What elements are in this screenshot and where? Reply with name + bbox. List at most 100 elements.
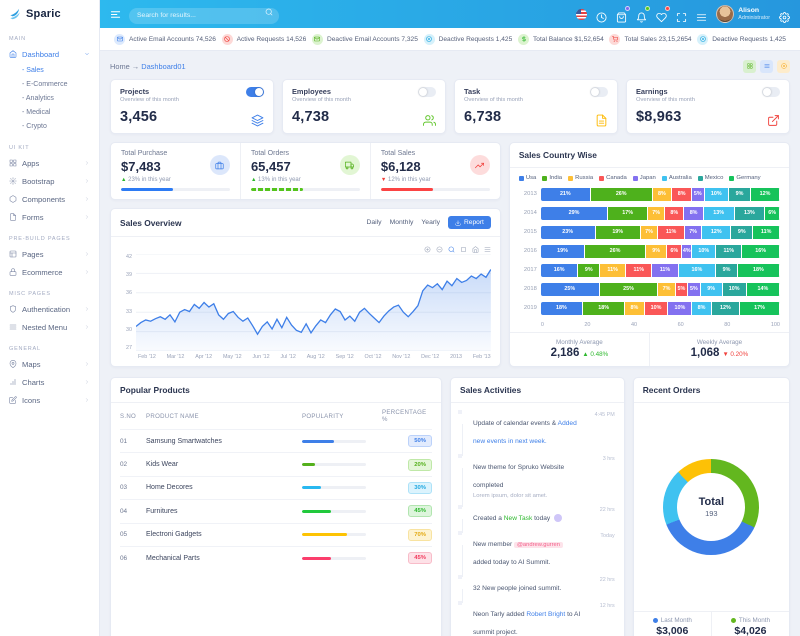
bar-segment-australia[interactable]: 9% bbox=[701, 283, 723, 296]
ticker-item[interactable]: Deactive Requests 1,425 bbox=[697, 34, 786, 45]
bar-segment-canada[interactable]: 8% bbox=[665, 207, 684, 220]
table-row[interactable]: 03 Home Decores 30% bbox=[120, 476, 432, 499]
bar-segment-mexico[interactable]: 9% bbox=[716, 264, 738, 277]
sidebar-subitem-e-commerce[interactable]: - E-Commerce bbox=[0, 77, 99, 91]
sidebar-subitem-crypto[interactable]: - Crypto bbox=[0, 119, 99, 133]
report-button[interactable]: Report bbox=[448, 216, 491, 229]
sidebar-item-components[interactable]: Components bbox=[0, 190, 99, 208]
activity-item[interactable]: Update of calendar events & Added new ev… bbox=[460, 408, 615, 452]
sidebar-item-icons[interactable]: Icons bbox=[0, 391, 99, 409]
legend-item-canada[interactable]: Canada bbox=[599, 175, 627, 181]
maximize-button[interactable] bbox=[676, 9, 687, 20]
shopping-bag-button[interactable] bbox=[616, 9, 627, 20]
toolbar-search-button[interactable] bbox=[448, 241, 455, 252]
activity-item[interactable]: Neon Tarly added Robert Bright to AI sum… bbox=[460, 599, 615, 636]
legend-item-australia[interactable]: Australia bbox=[662, 175, 692, 181]
search-icon[interactable] bbox=[265, 8, 273, 16]
activity-item[interactable]: New theme for Spruko Website completed L… bbox=[460, 452, 615, 503]
activity-item[interactable]: 32 New people joined summit. 22 hrs bbox=[460, 573, 615, 599]
bar-segment-germany[interactable]: 16% bbox=[742, 245, 780, 258]
quick-action-grid-blue-button[interactable] bbox=[760, 60, 773, 73]
bar-segment-russia[interactable]: 8% bbox=[625, 302, 644, 315]
range-daily-button[interactable]: Daily bbox=[366, 219, 381, 226]
stat-card-toggle[interactable] bbox=[246, 87, 264, 97]
bar-segment-germany[interactable]: 12% bbox=[751, 188, 780, 201]
legend-item-mexico[interactable]: Mexico bbox=[698, 175, 724, 181]
bar-segment-australia[interactable]: 16% bbox=[679, 264, 717, 277]
bar-segment-germany[interactable]: 6% bbox=[765, 207, 780, 220]
sidebar-item-authentication[interactable]: Authentication bbox=[0, 300, 99, 318]
language-flag-icon[interactable] bbox=[576, 9, 587, 20]
sidebar-item-pages[interactable]: Pages bbox=[0, 245, 99, 263]
bar-segment-canada[interactable]: 8% bbox=[672, 188, 692, 201]
ticker-item[interactable]: Deactive Requests 1,425 bbox=[424, 34, 513, 45]
bar-segment-canada[interactable]: 10% bbox=[645, 302, 669, 315]
bar-segment-australia[interactable]: 10% bbox=[692, 245, 716, 258]
menu-toggle-icon[interactable] bbox=[110, 9, 121, 20]
stat-card-toggle[interactable] bbox=[418, 87, 436, 97]
bar-segment-australia[interactable]: 12% bbox=[702, 226, 731, 239]
ticker-item[interactable]: Active Requests 14,526 bbox=[222, 34, 307, 45]
legend-item-germany[interactable]: Germany bbox=[729, 175, 760, 181]
bar-segment-mexico[interactable]: 9% bbox=[729, 188, 751, 201]
range-yearly-button[interactable]: Yearly bbox=[421, 219, 440, 226]
bar-segment-mexico[interactable]: 10% bbox=[723, 283, 747, 296]
bar-segment-india[interactable]: 26% bbox=[591, 188, 653, 201]
bar-segment-usa[interactable]: 25% bbox=[541, 283, 600, 296]
sidebar-item-maps[interactable]: Maps bbox=[0, 355, 99, 373]
search-input[interactable] bbox=[129, 8, 279, 24]
sidebar-item-ecommerce[interactable]: Ecommerce bbox=[0, 263, 99, 281]
sidebar-subitem-medical[interactable]: - Medical bbox=[0, 105, 99, 119]
activity-item[interactable]: New member @andrew.gurren added today to… bbox=[460, 529, 615, 573]
bar-segment-mexico[interactable]: 13% bbox=[735, 207, 766, 220]
user-menu[interactable]: Alison Administrator bbox=[716, 5, 770, 23]
bar-segment-germany[interactable]: 14% bbox=[747, 283, 780, 296]
bell-button[interactable] bbox=[636, 9, 647, 20]
align-button[interactable] bbox=[696, 9, 707, 20]
bar-segment-russia[interactable]: 9% bbox=[646, 245, 668, 258]
sidebar-item-charts[interactable]: Charts bbox=[0, 373, 99, 391]
bar-segment-usa[interactable]: 18% bbox=[541, 302, 583, 315]
bar-segment-usa[interactable]: 16% bbox=[541, 264, 579, 277]
bar-segment-mexico[interactable]: 12% bbox=[712, 302, 740, 315]
table-row[interactable]: 02 Kids Wear 20% bbox=[120, 452, 432, 475]
brand-logo[interactable]: Sparic bbox=[0, 0, 99, 28]
clock-button[interactable] bbox=[596, 9, 607, 20]
bar-segment-japan[interactable]: 10% bbox=[668, 302, 692, 315]
bar-segment-canada[interactable]: 6% bbox=[667, 245, 682, 258]
bar-segment-japan[interactable]: 11% bbox=[652, 264, 678, 277]
bar-segment-japan[interactable]: 7% bbox=[685, 226, 702, 239]
sidebar-item-apps[interactable]: Apps bbox=[0, 154, 99, 172]
legend-item-india[interactable]: India bbox=[542, 175, 562, 181]
table-row[interactable]: 01 Samsung Smartwatches 50% bbox=[120, 429, 432, 452]
ticker-item[interactable]: Total Sales 23,15,2654 bbox=[609, 34, 691, 45]
ticker-item[interactable]: Total Balance $1,52,654 bbox=[518, 34, 604, 45]
bar-segment-india[interactable]: 9% bbox=[578, 264, 600, 277]
bar-segment-germany[interactable]: 18% bbox=[738, 264, 780, 277]
sidebar-subitem-analytics[interactable]: - Analytics bbox=[0, 91, 99, 105]
bar-segment-australia[interactable]: 8% bbox=[692, 302, 711, 315]
bar-segment-canada[interactable]: 11% bbox=[626, 264, 652, 277]
sidebar-subitem-sales[interactable]: - Sales bbox=[0, 63, 99, 77]
stat-card-toggle[interactable] bbox=[590, 87, 608, 97]
bar-segment-russia[interactable]: 8% bbox=[653, 188, 673, 201]
ticker-item[interactable]: Deactive Email Accounts 7,325 bbox=[312, 34, 418, 45]
toolbar-plusc-button[interactable] bbox=[424, 241, 431, 252]
heart-button[interactable] bbox=[656, 9, 667, 20]
bar-segment-mexico[interactable]: 9% bbox=[731, 226, 753, 239]
breadcrumb-home[interactable]: Home bbox=[110, 62, 130, 71]
table-row[interactable]: 06 Mechanical Parts 45% bbox=[120, 546, 432, 569]
bar-segment-usa[interactable]: 29% bbox=[541, 207, 608, 220]
bar-segment-russia[interactable]: 7% bbox=[641, 226, 658, 239]
bar-segment-india[interactable]: 19% bbox=[596, 226, 641, 239]
activity-item[interactable]: Created a New Task today 22 hrs bbox=[460, 503, 615, 529]
bar-segment-germany[interactable]: 11% bbox=[753, 226, 780, 239]
sidebar-item-bootstrap[interactable]: Bootstrap bbox=[0, 172, 99, 190]
sidebar-item-nested-menu[interactable]: Nested Menu bbox=[0, 318, 99, 336]
bar-segment-mexico[interactable]: 11% bbox=[716, 245, 742, 258]
table-row[interactable]: 05 Electroni Gadgets 70% bbox=[120, 523, 432, 546]
bar-segment-canada[interactable]: 11% bbox=[658, 226, 685, 239]
toolbar-selsquare-button[interactable] bbox=[460, 241, 467, 252]
quick-action-grid-green-button[interactable] bbox=[743, 60, 756, 73]
bar-segment-india[interactable]: 17% bbox=[608, 207, 648, 220]
